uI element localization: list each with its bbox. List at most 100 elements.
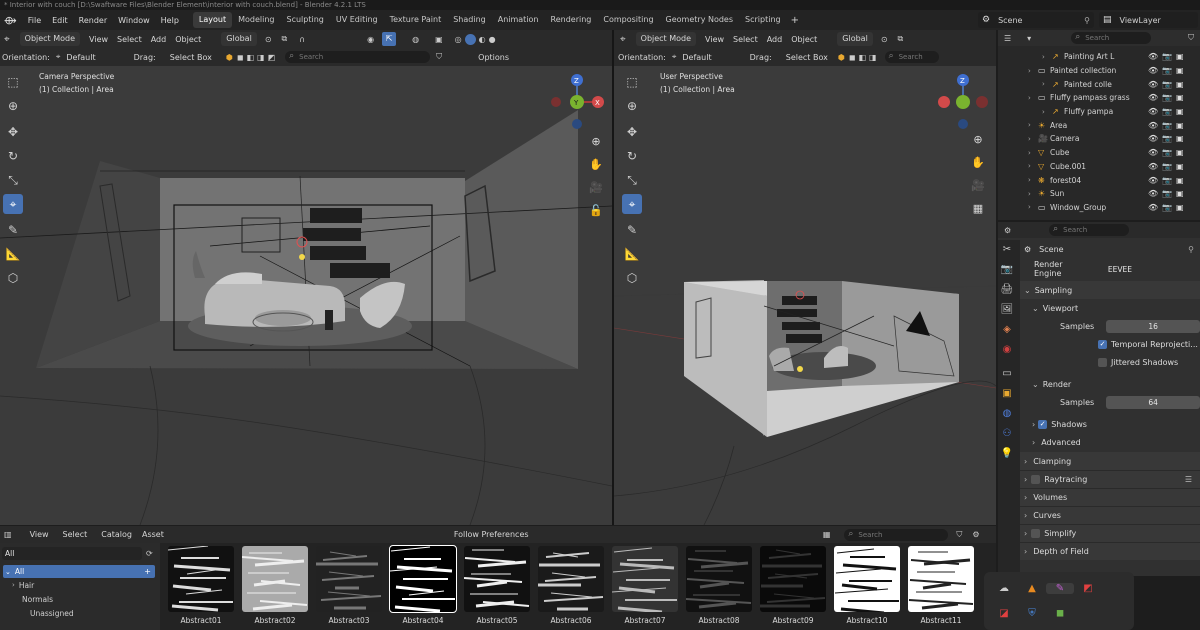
transform-orientation-dropdown[interactable]: Global	[837, 32, 873, 46]
clamping-panel-header[interactable]: › Clamping	[1020, 452, 1200, 470]
render-toggle-icon[interactable]: ▣	[1176, 176, 1184, 185]
perspective-grid-icon[interactable]: ▦	[969, 199, 987, 217]
tab-geometry-nodes[interactable]: Geometry Nodes	[660, 12, 739, 28]
outliner-row[interactable]: › ↗ Painted colle 👁 📷 ▣	[998, 77, 1200, 91]
select-extend-icon[interactable]: ◧	[858, 53, 866, 62]
annotate-icon[interactable]: ✎	[3, 220, 23, 240]
eye-icon[interactable]: 👁	[1148, 121, 1158, 130]
eye-icon[interactable]: 👁	[1148, 80, 1158, 89]
outliner-search[interactable]: Search	[1071, 31, 1152, 44]
filter-icon[interactable]: ⛉	[1188, 33, 1194, 43]
add-cube-icon[interactable]: ⬡	[3, 268, 23, 288]
outliner-row[interactable]: › ▽ Cube 👁 📷 ▣	[998, 146, 1200, 160]
menu-help[interactable]: Help	[161, 16, 179, 25]
list-icon[interactable]: ☰	[1185, 475, 1192, 484]
menu-window[interactable]: Window	[118, 16, 150, 25]
snap-target-icon[interactable]: ⬢	[838, 53, 845, 62]
filter-icon[interactable]: ⛉	[436, 52, 442, 62]
rotate-icon[interactable]: ↻	[3, 146, 23, 166]
camera-render-icon[interactable]: 📷	[1162, 134, 1172, 143]
select-invert-icon[interactable]: ◩	[268, 53, 276, 62]
advanced-row[interactable]: › Advanced	[1020, 433, 1200, 451]
expand-chevron-icon[interactable]: ›	[1028, 176, 1031, 184]
eye-icon[interactable]: 👁	[1148, 93, 1158, 102]
display-mode-icon[interactable]: ▦	[823, 530, 831, 539]
filter-icon[interactable]: ⛉	[956, 530, 962, 540]
camera-render-icon[interactable]: 📷	[1162, 203, 1172, 212]
collection-tab-icon[interactable]: ▭	[998, 364, 1016, 382]
left-axis-gizmo[interactable]: Z X Y	[546, 68, 610, 132]
menu-asset[interactable]: Asset	[142, 530, 164, 539]
adobe-icon[interactable]: ◩	[1074, 583, 1102, 594]
annotate-icon[interactable]: ✎	[622, 220, 642, 240]
editor-type-icon[interactable]: ⌖	[4, 34, 10, 45]
menu-select[interactable]: Select	[63, 530, 88, 539]
catalog-unassigned[interactable]: Unassigned	[30, 606, 160, 620]
transform-icon[interactable]: ⌖	[622, 194, 642, 214]
expand-chevron-icon[interactable]: ›	[1042, 108, 1045, 116]
pin-icon[interactable]: ⚲	[1188, 245, 1194, 254]
display-mode-icon[interactable]: ▾	[1027, 34, 1031, 43]
camera-render-icon[interactable]: 📷	[1162, 148, 1172, 157]
scene-selector[interactable]: ⚙ Scene ⚲	[978, 12, 1094, 28]
asset-thumbnail[interactable]: Abstract08	[682, 546, 756, 625]
select-subtract-icon[interactable]: ◨	[257, 53, 265, 62]
render-toggle-icon[interactable]: ▣	[1176, 162, 1184, 171]
right-axis-gizmo[interactable]: Z	[932, 68, 996, 132]
expand-chevron-icon[interactable]: ›	[1042, 53, 1045, 61]
render-toggle-icon[interactable]: ▣	[1176, 52, 1184, 61]
add-catalog-icon[interactable]: +	[144, 567, 151, 576]
menu-view[interactable]: View	[30, 530, 49, 539]
render-toggle-icon[interactable]: ▣	[1176, 134, 1184, 143]
outliner-row[interactable]: › 🎥 Camera 👁 📷 ▣	[998, 132, 1200, 146]
view-layer-tab-icon[interactable]: 🖼	[998, 300, 1016, 318]
outliner-row[interactable]: › ☀ Sun 👁 📷 ▣	[998, 187, 1200, 201]
outliner-row[interactable]: › ❋ forest04 👁 📷 ▣	[998, 173, 1200, 187]
expand-chevron-icon[interactable]: ›	[1028, 67, 1031, 75]
asset-search[interactable]: Search	[844, 528, 949, 541]
right-3d-viewport[interactable]: User Perspective (1) Collection | Area ⬚…	[614, 66, 996, 525]
physics-tab-icon[interactable]: ◍	[998, 404, 1016, 422]
camera-render-icon[interactable]: 📷	[1162, 107, 1172, 116]
outliner-row[interactable]: › ▭ Painted collection 👁 📷 ▣	[998, 64, 1200, 78]
blender-logo-icon[interactable]: ⟴	[4, 14, 17, 27]
camera-render-icon[interactable]: 📷	[1162, 162, 1172, 171]
properties-search[interactable]: Search	[1049, 223, 1130, 236]
asset-thumbnail[interactable]: Abstract01	[164, 546, 238, 625]
outliner-row[interactable]: › ▭ Window_Group 👁 📷 ▣	[998, 201, 1200, 215]
select-subtract-icon[interactable]: ◨	[869, 53, 877, 62]
outliner-row[interactable]: › ▭ Fluffy pampass grass 👁 📷 ▣	[998, 91, 1200, 105]
cursor-icon[interactable]: ⊕	[622, 96, 642, 116]
pin-icon[interactable]: ⚲	[1084, 16, 1090, 25]
constraints-tab-icon[interactable]: ⚇	[998, 424, 1016, 442]
camera-render-icon[interactable]: 📷	[1162, 121, 1172, 130]
expand-chevron-icon[interactable]: ›	[1042, 80, 1045, 88]
object-tab-icon[interactable]: ▣	[998, 384, 1016, 402]
rotate-icon[interactable]: ↻	[622, 146, 642, 166]
left-tool-search[interactable]: Search	[285, 50, 431, 63]
temporal-checkbox[interactable]: ✓	[1098, 339, 1107, 349]
select-set-icon[interactable]: ◼	[849, 53, 856, 62]
expand-chevron-icon[interactable]: ›	[1028, 121, 1031, 129]
drag-value[interactable]: Select Box	[170, 53, 212, 62]
lock-icon[interactable]: 🔓	[587, 201, 605, 219]
asset-thumbnail[interactable]: Abstract02	[238, 546, 312, 625]
volumes-panel-header[interactable]: › Volumes	[1020, 488, 1200, 506]
viewlayer-selector[interactable]: ▤ ViewLayer	[1099, 12, 1198, 28]
tab-sculpting[interactable]: Sculpting	[281, 12, 330, 28]
sampling-panel-header[interactable]: ⌄ Sampling	[1020, 281, 1200, 299]
select-extend-icon[interactable]: ◧	[246, 53, 254, 62]
tab-animation[interactable]: Animation	[492, 12, 545, 28]
tab-compositing[interactable]: Compositing	[597, 12, 659, 28]
select-box-icon[interactable]: ⬚	[3, 72, 23, 92]
xray-icon[interactable]: ▣	[435, 35, 443, 44]
gpu-icon[interactable]: ◼	[1046, 608, 1074, 619]
expand-chevron-icon[interactable]: ›	[1028, 149, 1031, 157]
menu-catalog[interactable]: Catalog	[101, 530, 132, 539]
eye-icon[interactable]: 👁	[1148, 148, 1158, 157]
transform-orientation-dropdown[interactable]: Global	[221, 32, 257, 46]
catalog-all[interactable]: ⌄ All +	[3, 565, 155, 578]
outliner-row[interactable]: › ☀ Area 👁 📷 ▣	[998, 118, 1200, 132]
right-tool-search[interactable]: Search	[884, 50, 939, 63]
pen-icon[interactable]: ✎	[1046, 583, 1074, 594]
